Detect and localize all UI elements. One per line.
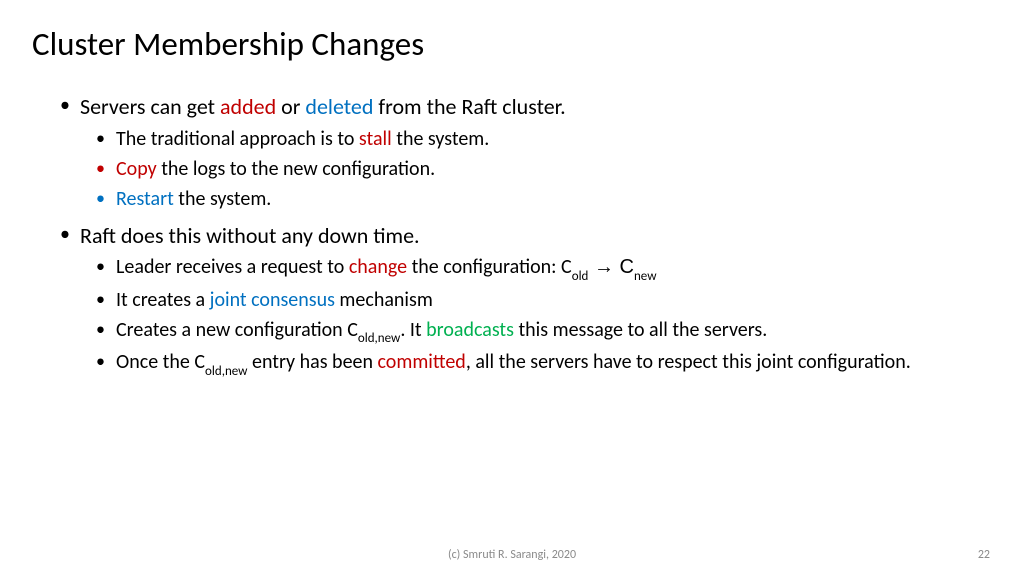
page-number: 22 [978, 548, 990, 562]
text-highlight-blue: deleted [305, 93, 373, 120]
arrow-icon: → C [588, 256, 634, 278]
footer-copyright: (c) Smruti R. Sarangi, 2020 [0, 548, 1024, 562]
text-highlight-red: change [349, 255, 407, 279]
subscript: old,new [358, 331, 400, 346]
subscript: old [572, 269, 589, 284]
text: , all the servers have to respect this j… [466, 350, 911, 374]
bullet-l2: Creates a new configuration Cold,new. It… [96, 317, 992, 347]
bullet-l1: Servers can get added or deleted from th… [60, 92, 992, 122]
bullet-list: Servers can get added or deleted from th… [60, 92, 992, 379]
slide-content: Servers can get added or deleted from th… [32, 92, 992, 379]
bullet-l1: Raft does this without any down time. [60, 221, 992, 251]
bullet-l2: It creates a joint consensus mechanism [96, 287, 992, 314]
text-highlight-red: stall [359, 127, 392, 151]
subscript: old,new [205, 364, 247, 379]
text: the system. [174, 187, 272, 211]
text-highlight-blue: joint consensus [210, 288, 335, 312]
text: It creates a [116, 288, 210, 312]
text: the configuration: C [407, 255, 572, 279]
text: the logs to the new configuration. [157, 157, 435, 181]
bullet-l2: Leader receives a request to change the … [96, 254, 992, 284]
text: mechanism [335, 288, 433, 312]
slide-container: Cluster Membership Changes Servers can g… [0, 0, 1024, 379]
text-highlight-red: committed [378, 350, 466, 374]
text: Once the C [116, 350, 205, 374]
text: the system. [392, 127, 490, 151]
slide-title: Cluster Membership Changes [32, 24, 992, 64]
text: this message to all the servers. [514, 318, 767, 342]
text: The traditional approach is to [116, 127, 359, 151]
text-highlight-blue: Restart [116, 187, 174, 211]
text: . It [400, 318, 426, 342]
text: Raft does this without any down time. [80, 222, 420, 249]
text-highlight-green: broadcasts [426, 318, 514, 342]
text: Leader receives a request to [116, 255, 349, 279]
text: Creates a new configuration C [116, 318, 358, 342]
text: from the Raft cluster. [373, 93, 565, 120]
bullet-l2: The traditional approach is to stall the… [96, 126, 992, 153]
text-highlight-red: added [220, 93, 276, 120]
text-highlight-red: Copy [116, 157, 157, 181]
bullet-l2: Once the Cold,new entry has been committ… [96, 349, 992, 379]
text: or [276, 93, 305, 120]
bullet-l2: Restart the system. [96, 186, 992, 213]
text: entry has been [247, 350, 377, 374]
bullet-l2: Copy the logs to the new configuration. [96, 156, 992, 183]
text: Servers can get [80, 93, 220, 120]
subscript: new [634, 269, 657, 284]
